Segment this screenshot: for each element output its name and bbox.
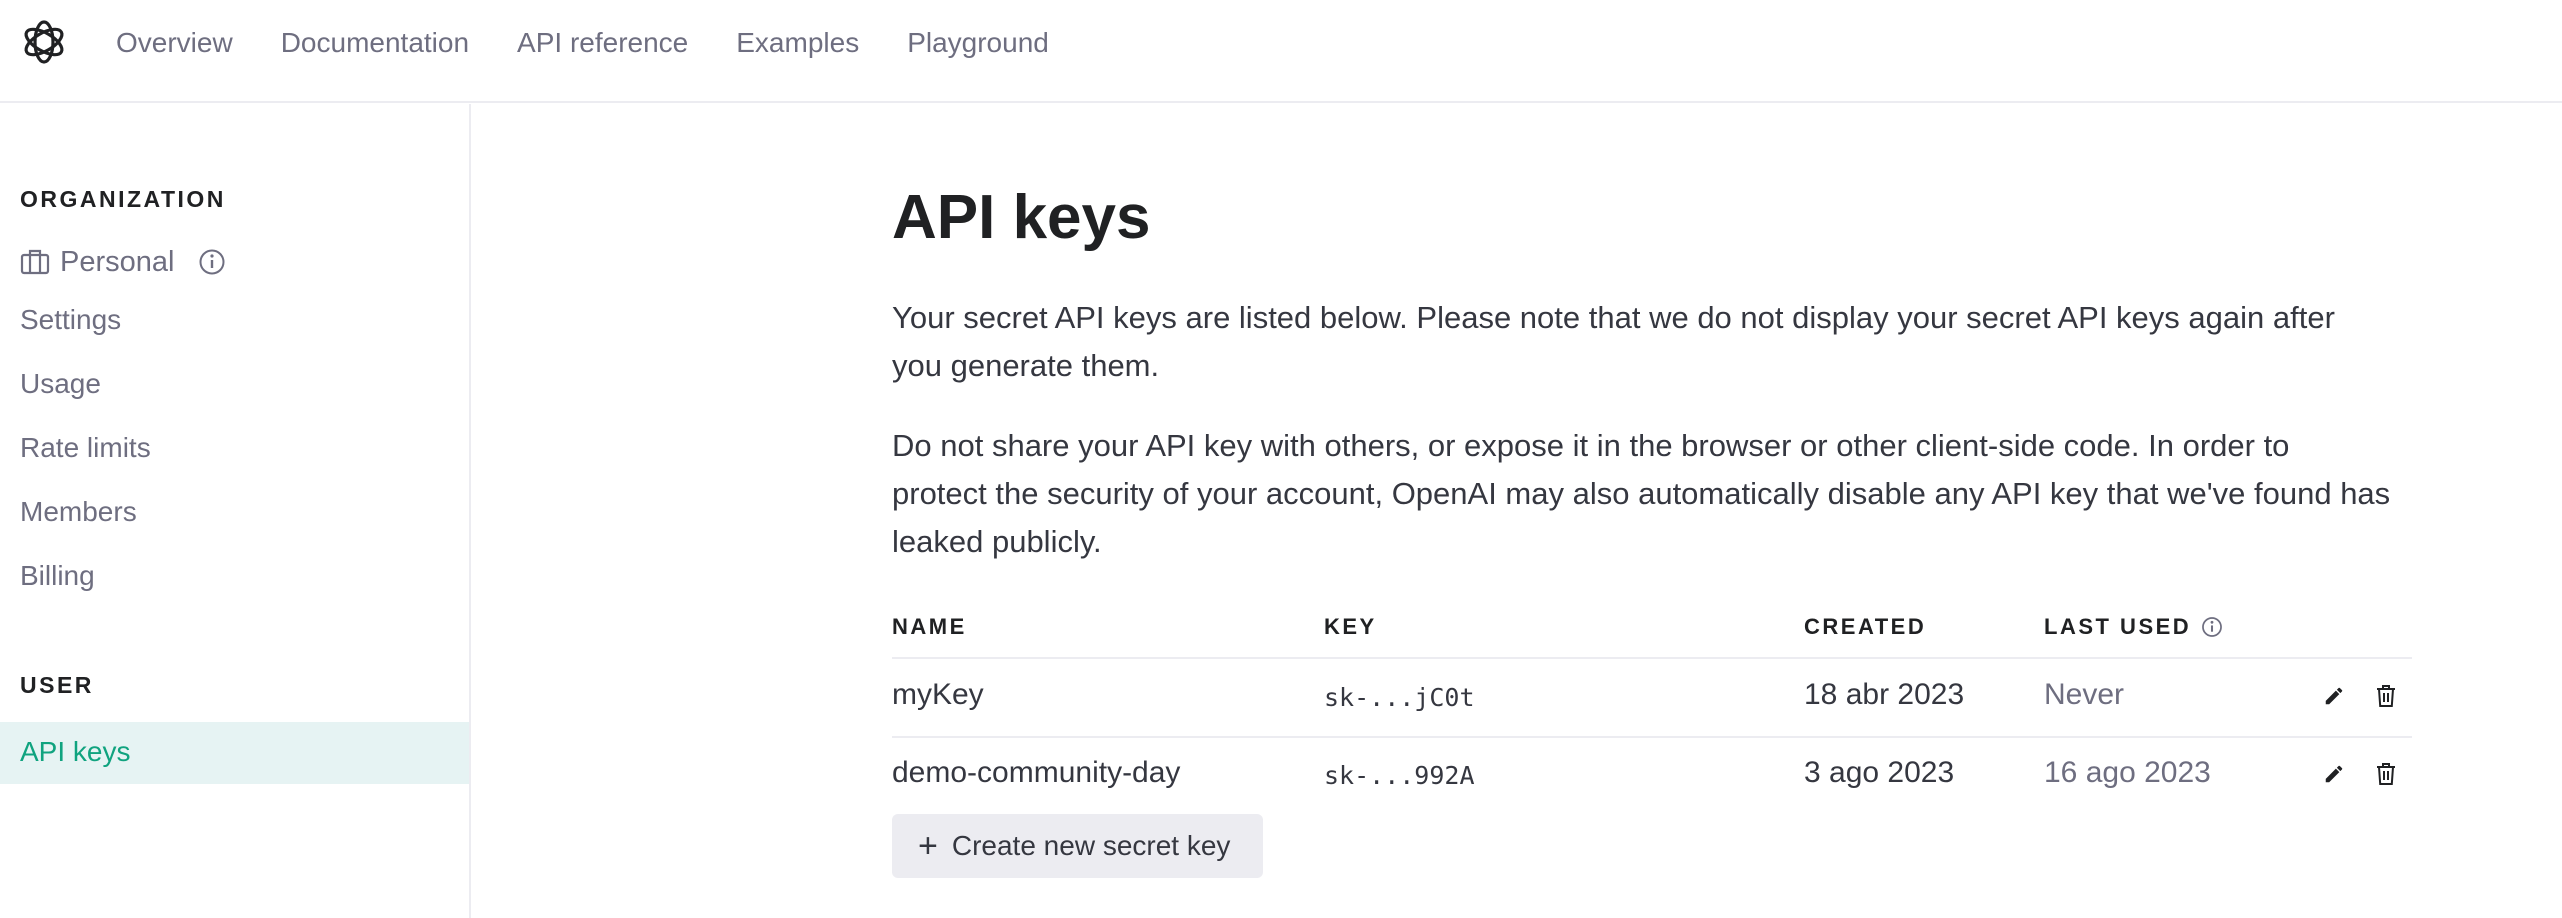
edit-key-button[interactable] [2316,678,2352,714]
create-secret-key-label: Create new secret key [951,830,1231,861]
info-icon[interactable] [2201,616,2223,638]
sidebar-item-members[interactable]: Members [20,496,137,528]
delete-key-button[interactable] [2368,678,2404,714]
openai-logo-icon[interactable] [18,16,70,68]
security-paragraph: Do not share your API key with others, o… [892,428,2391,559]
key-created: 18 abr 2023 [1804,678,1965,711]
nav-examples[interactable]: Examples [736,27,859,59]
intro-paragraph: Your secret API keys are listed below. P… [892,300,2335,383]
key-name: myKey [892,678,984,711]
briefcase-icon [20,249,50,275]
create-secret-key-button[interactable]: + Create new secret key [892,814,1263,878]
sidebar-item-api-keys[interactable]: API keys [0,722,469,784]
nav-links: Overview Documentation API reference Exa… [116,0,1049,86]
key-last-used: 16 ago 2023 [2044,756,2211,789]
pencil-icon [2325,687,2343,705]
key-name: demo-community-day [892,756,1181,789]
trash-icon [2377,763,2395,785]
sidebar-item-billing[interactable]: Billing [20,560,95,592]
organization-heading: ORGANIZATION [20,186,226,212]
nav-api-reference[interactable]: API reference [517,27,688,59]
pencil-icon [2325,765,2343,783]
column-header-last-used: LAST USED [2044,614,2223,640]
edit-key-button[interactable] [2316,756,2352,792]
plus-icon: + [918,827,938,865]
nav-overview[interactable]: Overview [116,27,233,59]
column-header-name: NAME [892,614,967,639]
page-title: API keys [892,183,1151,252]
key-last-used: Never [2044,678,2125,711]
trash-icon [2377,685,2395,707]
key-value: sk-...992A [1324,761,1475,790]
user-heading: USER [20,672,94,698]
sidebar: ORGANIZATION Personal Settings Usage Rat… [0,104,471,918]
org-name: Personal [60,245,175,278]
table-divider [892,736,2412,738]
top-nav: Overview Documentation API reference Exa… [0,0,2562,103]
delete-key-button[interactable] [2368,756,2404,792]
sidebar-item-settings[interactable]: Settings [20,304,121,336]
key-value: sk-...jC0t [1324,683,1475,712]
sidebar-item-rate-limits[interactable]: Rate limits [20,432,151,464]
key-created: 3 ago 2023 [1804,756,1955,789]
sidebar-item-usage[interactable]: Usage [20,368,101,400]
column-header-key: KEY [1324,614,1377,639]
nav-documentation[interactable]: Documentation [281,27,469,59]
info-icon[interactable] [198,248,226,276]
table-divider [892,657,2412,659]
column-header-last-used-label: LAST USED [2044,614,2192,639]
nav-playground[interactable]: Playground [907,27,1049,59]
sidebar-item-label: API keys [20,736,131,767]
column-header-created: CREATED [1804,614,1927,639]
org-selector[interactable]: Personal [20,242,226,282]
